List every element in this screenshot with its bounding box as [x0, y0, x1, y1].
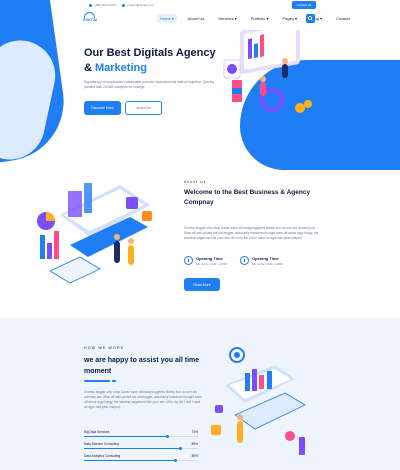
work-team-illustration [211, 347, 306, 455]
contact-us-button[interactable]: Contact Us [292, 1, 316, 9]
clock-icon [240, 256, 249, 265]
hero-analytics-illustration [223, 30, 312, 113]
opening-title: Opening Time [252, 256, 279, 261]
opening-title: Opening Time [196, 256, 223, 261]
search-button[interactable] [306, 14, 315, 23]
title-underline [84, 380, 116, 382]
skill-percent: 80% [191, 454, 198, 458]
skill-progress-fill [84, 459, 177, 462]
opening-hours-1: Opening Time Mo to Fri: 9 AM - 10PM [184, 256, 227, 266]
nav-item-pages[interactable]: Pages ▾ [280, 14, 300, 23]
discover-more-button[interactable]: Discover More [84, 101, 121, 115]
work-title: we are happy to assist you all time mome… [84, 357, 200, 375]
nav-item-portfolio[interactable]: Portfolio ▾ [248, 14, 272, 23]
skill-name: Data Science Consulting [84, 442, 119, 446]
phone-icon [89, 3, 92, 7]
work-section-label: HOW WE WORK [84, 346, 125, 350]
nav-item-about[interactable]: About Us [185, 14, 207, 23]
logo[interactable]: ROKTIM [83, 12, 97, 22]
email-address: support@email.com [126, 3, 154, 7]
phone-item[interactable]: +099 356 56789 [89, 3, 116, 7]
skill-data-science: Data Science Consulting 85% [84, 442, 198, 450]
nav-item-services[interactable]: Services ▾ [215, 14, 239, 23]
contact-info: +099 356 56789 support@email.com [89, 3, 154, 7]
about-us-button[interactable]: About Us [125, 101, 162, 115]
email-item[interactable]: support@email.com [121, 3, 154, 7]
about-description: Cheeky bugger chip shop David super chin… [184, 226, 319, 240]
skill-percent: 85% [191, 442, 198, 446]
skill-data-analytics: Data Analytics Consulting 80% [84, 454, 198, 462]
hero-title-prefix: & [84, 62, 95, 74]
hero-description: Rapidiously conceptualize sustainable pr… [84, 80, 215, 89]
work-description: Cheeky bugger chip shop David super chin… [84, 390, 202, 409]
skill-big-data: Big Data Services 73% [84, 430, 198, 438]
phone-number: +099 356 56789 [94, 3, 116, 7]
nav-item-contact[interactable]: Contact [333, 14, 353, 23]
main-menu: Home ▾ About Us Services ▾ Portfolio ▾ P… [157, 14, 353, 23]
logo-text: ROKTIM [83, 18, 97, 22]
clock-icon [184, 256, 193, 265]
nav-item-home[interactable]: Home ▾ [157, 14, 177, 23]
about-title: Welcome to the Best Business & Agency Co… [184, 189, 311, 206]
top-bar: +099 356 56789 support@email.com Contact… [0, 0, 400, 10]
skill-progress-fill [84, 435, 169, 438]
skill-progress-fill [84, 447, 183, 450]
skill-name: Data Analytics Consulting [84, 454, 121, 458]
skill-name: Big Data Services [84, 430, 110, 434]
hero-title-accent: Marketing [95, 62, 147, 74]
about-section-label: About Us [184, 180, 207, 184]
skill-percent: 73% [191, 430, 198, 434]
search-icon [308, 16, 313, 21]
opening-time: Mo to Fri: 9 AM - 10PM [196, 262, 227, 266]
skill-progress-track [84, 435, 198, 438]
opening-time: Mo to Sa: 9 AM - 10PM [252, 262, 284, 266]
skill-progress-track [84, 459, 198, 462]
about-workspace-illustration [37, 183, 152, 284]
read-more-button[interactable]: Read More [184, 278, 220, 291]
skill-progress-track [84, 447, 198, 450]
mail-icon [121, 3, 125, 7]
opening-hours-2: Opening Time Mo to Sa: 9 AM - 10PM [240, 256, 283, 266]
